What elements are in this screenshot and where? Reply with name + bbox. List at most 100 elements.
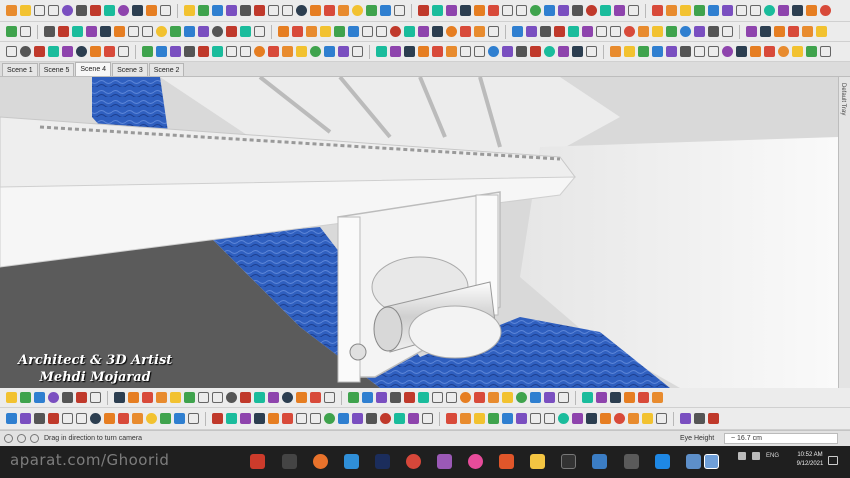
toolbar-tool-icon[interactable] xyxy=(296,413,307,424)
toolbar-tool-icon[interactable] xyxy=(310,46,321,57)
toolbar-tool-icon[interactable] xyxy=(544,392,555,403)
toolbar-tool-icon[interactable] xyxy=(614,413,625,424)
toolbar-tool-icon[interactable] xyxy=(90,5,101,16)
toolbar-tool-icon[interactable] xyxy=(736,46,747,57)
toolbar-tool-icon[interactable] xyxy=(282,413,293,424)
toolbar-tool-icon[interactable] xyxy=(184,5,195,16)
toolbar-tool-icon[interactable] xyxy=(568,26,579,37)
toolbar-tool-icon[interactable] xyxy=(34,46,45,57)
app-dark-icon[interactable] xyxy=(282,454,297,469)
toolbar-tool-icon[interactable] xyxy=(624,392,635,403)
toolbar-tool-icon[interactable] xyxy=(6,392,17,403)
toolbar-tool-icon[interactable] xyxy=(394,413,405,424)
toolbar-tool-icon[interactable] xyxy=(418,26,429,37)
toolbar-tool-icon[interactable] xyxy=(212,413,223,424)
toolbar-tool-icon[interactable] xyxy=(198,5,209,16)
toolbar-tool-icon[interactable] xyxy=(404,46,415,57)
toolbar-tool-icon[interactable] xyxy=(48,413,59,424)
toolbar-tool-icon[interactable] xyxy=(764,5,775,16)
app-red-icon[interactable] xyxy=(250,454,265,469)
toolbar-tool-icon[interactable] xyxy=(502,46,513,57)
toolbar-tool-icon[interactable] xyxy=(240,392,251,403)
toolbar-tool-icon[interactable] xyxy=(212,5,223,16)
toolbar-tool-icon[interactable] xyxy=(432,46,443,57)
toolbar-tool-icon[interactable] xyxy=(544,5,555,16)
toolbar-tool-icon[interactable] xyxy=(474,413,485,424)
toolbar-tool-icon[interactable] xyxy=(530,5,541,16)
toolbar-tool-icon[interactable] xyxy=(460,46,471,57)
toolbar-tool-icon[interactable] xyxy=(90,46,101,57)
toolbar-tool-icon[interactable] xyxy=(572,5,583,16)
toolbar-tool-icon[interactable] xyxy=(254,46,265,57)
chrome-icon[interactable] xyxy=(406,454,421,469)
toolbar-tool-icon[interactable] xyxy=(76,46,87,57)
geo-icon[interactable] xyxy=(17,434,26,443)
toolbar-tool-icon[interactable] xyxy=(422,413,433,424)
toolbar-tool-icon[interactable] xyxy=(418,5,429,16)
toolbar-tool-icon[interactable] xyxy=(118,413,129,424)
toolbar-tool-icon[interactable] xyxy=(6,413,17,424)
toolbar-tool-icon[interactable] xyxy=(652,5,663,16)
toolbar-tool-icon[interactable] xyxy=(642,413,653,424)
toolbar-tool-icon[interactable] xyxy=(292,26,303,37)
toolbar-tool-icon[interactable] xyxy=(324,5,335,16)
toolbar-tool-icon[interactable] xyxy=(146,5,157,16)
toolbar-tool-icon[interactable] xyxy=(104,46,115,57)
toolbar-tool-icon[interactable] xyxy=(226,413,237,424)
toolbar-tool-icon[interactable] xyxy=(708,46,719,57)
toolbar-tool-icon[interactable] xyxy=(268,46,279,57)
toolbar-tool-icon[interactable] xyxy=(614,5,625,16)
toolbar-tool-icon[interactable] xyxy=(666,26,677,37)
toolbar-tool-icon[interactable] xyxy=(240,46,251,57)
toolbar-tool-icon[interactable] xyxy=(310,392,321,403)
network-icon[interactable] xyxy=(752,452,760,460)
toolbar-tool-icon[interactable] xyxy=(652,46,663,57)
toolbar-tool-icon[interactable] xyxy=(540,26,551,37)
toolbar-tool-icon[interactable] xyxy=(390,46,401,57)
toolbar-tool-icon[interactable] xyxy=(268,392,279,403)
toolbar-tool-icon[interactable] xyxy=(254,5,265,16)
toolbar-tool-icon[interactable] xyxy=(460,26,471,37)
toolbar-tool-icon[interactable] xyxy=(34,413,45,424)
toolbar-tool-icon[interactable] xyxy=(20,5,31,16)
toolbar-tool-icon[interactable] xyxy=(600,413,611,424)
toolbar-tool-icon[interactable] xyxy=(418,392,429,403)
toolbar-tool-icon[interactable] xyxy=(694,46,705,57)
toolbar-tool-icon[interactable] xyxy=(338,5,349,16)
toolbar-tool-icon[interactable] xyxy=(62,46,73,57)
toolbar-tool-icon[interactable] xyxy=(460,413,471,424)
toolbar-tool-icon[interactable] xyxy=(352,413,363,424)
tab-scene-5[interactable]: Scene 5 xyxy=(38,63,75,76)
toolbar-tool-icon[interactable] xyxy=(408,413,419,424)
toolbar-tool-icon[interactable] xyxy=(118,46,129,57)
user-icon[interactable] xyxy=(30,434,39,443)
toolbar-tool-icon[interactable] xyxy=(586,5,597,16)
toolbar-tool-icon[interactable] xyxy=(62,413,73,424)
vscode-icon[interactable] xyxy=(655,454,670,469)
toolbar-tool-icon[interactable] xyxy=(802,26,813,37)
toolbar-tool-icon[interactable] xyxy=(62,392,73,403)
toolbar-tool-icon[interactable] xyxy=(20,46,31,57)
toolbar-tool-icon[interactable] xyxy=(310,5,321,16)
toolbar-tool-icon[interactable] xyxy=(76,5,87,16)
toolbar-tool-icon[interactable] xyxy=(680,413,691,424)
toolbar-tool-icon[interactable] xyxy=(446,26,457,37)
toolbar-tool-icon[interactable] xyxy=(366,413,377,424)
app-blue-icon[interactable] xyxy=(592,454,607,469)
toolbar-tool-icon[interactable] xyxy=(652,392,663,403)
toolbar-tool-icon[interactable] xyxy=(610,26,621,37)
toolbar-tool-icon[interactable] xyxy=(240,413,251,424)
toolbar-tool-icon[interactable] xyxy=(586,46,597,57)
toolbar-tool-icon[interactable] xyxy=(774,26,785,37)
toolbar-tool-icon[interactable] xyxy=(86,26,97,37)
toolbar-tool-icon[interactable] xyxy=(128,26,139,37)
app-lightblue-icon[interactable] xyxy=(686,454,701,469)
toolbar-tool-icon[interactable] xyxy=(254,413,265,424)
toolbar-tool-icon[interactable] xyxy=(348,392,359,403)
toolbar-tool-icon[interactable] xyxy=(376,46,387,57)
toolbar-tool-icon[interactable] xyxy=(132,413,143,424)
toolbar-tool-icon[interactable] xyxy=(488,46,499,57)
toolbar-tool-icon[interactable] xyxy=(184,392,195,403)
app-pink-icon[interactable] xyxy=(468,454,483,469)
volume-icon[interactable] xyxy=(738,452,746,460)
